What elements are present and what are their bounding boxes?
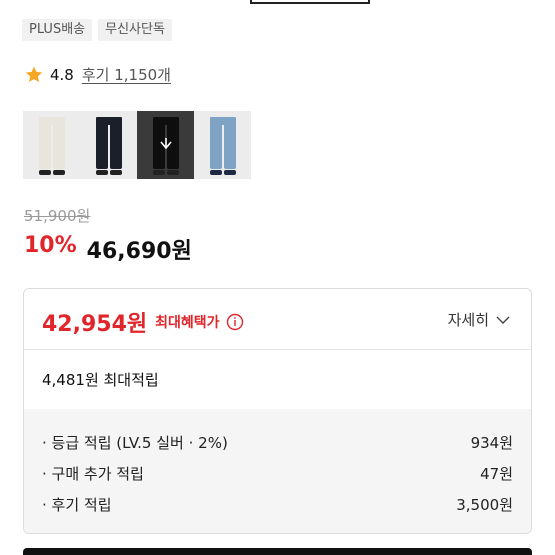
rating-value: 4.8 [50,65,74,84]
info-icon[interactable] [226,313,244,331]
point-value: 47원 [480,465,513,483]
point-value: 3,500원 [456,496,513,514]
point-row-purchase: · 구매 추가 적립 47원 [42,458,513,489]
point-label: · 후기 적립 [42,496,112,514]
bottom-action-bar[interactable] [23,548,532,555]
max-benefit-label: 최대혜택가 [155,315,220,331]
point-label: · 구매 추가 적립 [42,465,144,483]
thumbnail-black-selected[interactable] [137,111,194,179]
point-row-review: · 후기 적립 3,500원 [42,489,513,520]
divider [24,349,531,350]
max-benefit-price: 42,954원 [42,312,148,337]
sale-price: 46,690원 [86,239,192,264]
benefit-box: 42,954원 최대혜택가 자세히 4,481원 최대적립 · 등급 적립 (L… [23,288,532,534]
max-benefit-row: 42,954원 최대혜택가 [42,306,244,338]
point-row-grade: · 등급 적립 (LV.5 실버 · 2%) 934원 [42,427,513,458]
point-value: 934원 [470,434,513,452]
thumbnail-ivory[interactable] [23,111,80,179]
detail-toggle-button[interactable]: 자세히 [448,309,511,330]
discount-percent: 10% [24,233,77,258]
thumbnail-light-blue[interactable] [194,111,251,179]
reviews-link[interactable]: 후기 1,150개 [82,64,171,85]
points-breakdown: · 등급 적립 (LV.5 실버 · 2%) 934원 · 구매 추가 적립 4… [24,409,531,533]
badge-plus-delivery: PLUS배송 [22,19,93,41]
points-total: 4,481원 최대적립 [42,371,159,389]
star-icon [24,65,44,85]
point-label: · 등급 적립 (LV.5 실버 · 2%) [42,434,228,452]
thumbnail-navy[interactable] [80,111,137,179]
color-thumbnails [23,111,251,179]
badge-exclusive: 무신사단독 [98,19,172,41]
chevron-down-icon [159,138,172,150]
header-fragment [250,0,370,4]
badge-group: PLUS배송 무신사단독 [22,19,172,41]
sale-price-row: 10% 46,690원 [24,233,192,265]
detail-label: 자세히 [447,311,489,329]
chevron-down-icon [496,316,510,324]
original-price: 51,900원 [24,207,91,225]
rating-row: 4.8 후기 1,150개 [24,64,171,85]
